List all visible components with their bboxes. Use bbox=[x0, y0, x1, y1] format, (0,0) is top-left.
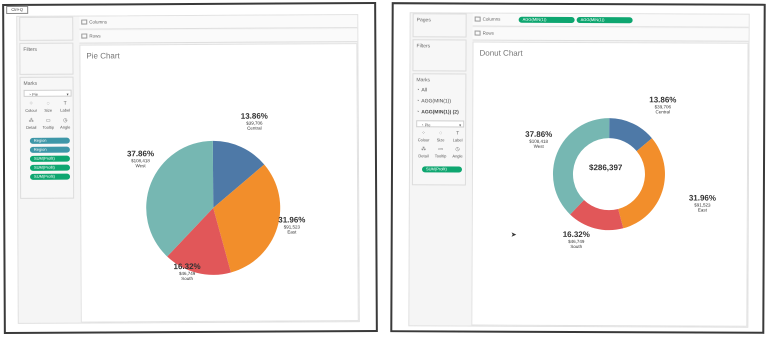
angle-button[interactable]: ◷ Angle bbox=[58, 118, 73, 132]
detail-button[interactable]: ⁂ Detail bbox=[416, 146, 431, 160]
pages-card[interactable]: Pages bbox=[412, 13, 467, 38]
chevron-down-icon: ▾ bbox=[459, 122, 462, 128]
colour-icon: ⁘ bbox=[421, 130, 426, 137]
sidebar: Pages Filters Marks ◔ All ◔ AGG(MIN(1)) ◔ A… bbox=[409, 13, 468, 325]
label-central: 13.86% $39,706 Central bbox=[240, 111, 268, 131]
columns-icon bbox=[474, 16, 481, 22]
pages-card bbox=[19, 16, 74, 41]
filters-card[interactable]: Filters bbox=[19, 42, 74, 75]
size-button[interactable]: ◌ Size bbox=[433, 130, 448, 144]
label-central: 13.86% $39,706 Central bbox=[649, 95, 677, 115]
label-button[interactable]: T Label bbox=[450, 130, 465, 144]
label-west: 37.86% $108,418 West bbox=[525, 129, 553, 149]
tableau-workspace: Pages Filters Marks ◔ All ◔ AGG(MIN(1)) ◔ A… bbox=[408, 12, 750, 328]
profit-angle-pill[interactable]: SUM(Profit) bbox=[29, 155, 70, 162]
pie-chart-screenshot: Ctrl+Q Filters Marks ◔ Pie ▾ ⁘ Colour ◌ Siz… bbox=[2, 2, 378, 334]
chevron-down-icon: ▾ bbox=[66, 91, 69, 97]
marks-agg-row[interactable]: ◔ AGG(MIN(1)) bbox=[416, 98, 451, 104]
slice-east[interactable] bbox=[618, 138, 665, 229]
tooltip-button[interactable]: ▭ Tooltip bbox=[41, 118, 56, 132]
tableau-workspace: Filters Marks ◔ Pie ▾ ⁘ Colour ◌ Size T Labe… bbox=[16, 14, 360, 324]
pages-title: Pages bbox=[416, 17, 431, 24]
marks-title: Marks bbox=[23, 80, 38, 87]
size-icon: ◌ bbox=[439, 130, 443, 137]
marks-title: Marks bbox=[416, 77, 431, 84]
label-east: 31.96% $91,523 East bbox=[278, 215, 306, 235]
region-detail-pill[interactable]: Region bbox=[29, 146, 70, 153]
marks-agg2-row[interactable]: ◔ AGG(MIN(1)) (2) bbox=[416, 109, 459, 115]
columns-shelf[interactable]: Columns bbox=[79, 15, 358, 30]
column-pill-2[interactable]: AGG(MIN(1)) bbox=[576, 16, 633, 24]
donut-chart-screenshot: Pages Filters Marks ◔ All ◔ AGG(MIN(1)) ◔ A… bbox=[390, 2, 766, 334]
marks-all-row[interactable]: ◔ All bbox=[416, 87, 427, 93]
label-icon: T bbox=[456, 130, 460, 137]
colour-button[interactable]: ⁘ Colour bbox=[416, 130, 431, 144]
columns-icon bbox=[81, 19, 88, 25]
filters-title: Filters bbox=[23, 46, 38, 53]
rows-shelf[interactable]: Rows bbox=[472, 27, 749, 42]
marks-card: Marks ◔ All ◔ AGG(MIN(1)) ◔ AGG(MIN(1)) (2)… bbox=[411, 73, 467, 186]
colour-button[interactable]: ⁘ Colour bbox=[24, 101, 39, 115]
sidebar: Filters Marks ◔ Pie ▾ ⁘ Colour ◌ Size T Labe… bbox=[17, 16, 77, 323]
region-colour-pill[interactable]: Region bbox=[29, 137, 70, 144]
tooltip-button[interactable]: ▭ Tooltip bbox=[433, 146, 448, 160]
filters-title: Filters bbox=[416, 43, 431, 50]
tooltip-icon: ▭ bbox=[45, 117, 51, 124]
label-west: 37.86% $108,418 West bbox=[126, 149, 155, 169]
profit-label-pill[interactable]: SUM(Profit) bbox=[29, 164, 71, 171]
donut-total-label: $286,397 bbox=[588, 163, 623, 173]
colour-icon: ⁘ bbox=[29, 100, 34, 107]
marks-card: Marks ◔ Pie ▾ ⁘ Colour ◌ Size T Label ⁂ Detai… bbox=[19, 76, 75, 199]
view-area: Donut Chart 13.86% $39,706 Central 31.96% $… bbox=[471, 41, 749, 327]
size-icon: ◌ bbox=[46, 100, 50, 107]
donut-chart bbox=[553, 118, 665, 231]
columns-shelf[interactable]: Columns AGG(MIN(1)) AGG(MIN(1)) bbox=[472, 13, 749, 28]
rows-shelf[interactable]: Rows bbox=[79, 29, 358, 44]
detail-icon: ⁂ bbox=[28, 117, 34, 124]
ctrl-badge: Ctrl+Q bbox=[6, 5, 29, 14]
label-button[interactable]: T Label bbox=[58, 101, 73, 115]
filters-card[interactable]: Filters bbox=[412, 39, 467, 72]
view-area: Pie Chart 13.86% $39,706 Central 31.96% $91… bbox=[79, 43, 359, 323]
detail-button[interactable]: ⁂ Detail bbox=[24, 118, 39, 132]
label-east: 31.96% $91,523 East bbox=[688, 193, 717, 213]
detail-icon: ⁂ bbox=[421, 146, 427, 153]
mark-type-select[interactable]: ◔ Pie ▾ bbox=[416, 120, 465, 128]
profit-tooltip-pill[interactable]: SUM(Profit) bbox=[30, 173, 71, 180]
angle-button[interactable]: ◷ Angle bbox=[450, 146, 465, 160]
mouse-cursor-icon: ➤ bbox=[510, 231, 517, 239]
label-south: 16.32% $46,749 South bbox=[173, 261, 201, 281]
size-button[interactable]: ◌ Size bbox=[41, 101, 56, 115]
rows-icon bbox=[474, 30, 481, 36]
angle-icon: ◷ bbox=[63, 117, 68, 124]
profit-label-pill[interactable]: SUM(Profit) bbox=[421, 166, 463, 173]
label-south: 16.32% $46,749 South bbox=[562, 229, 590, 249]
column-pill-1[interactable]: AGG(MIN(1)) bbox=[518, 16, 575, 23]
mark-type-select[interactable]: ◔ Pie ▾ bbox=[23, 89, 72, 97]
tooltip-icon: ▭ bbox=[438, 146, 443, 153]
label-icon: T bbox=[63, 100, 67, 107]
angle-icon: ◷ bbox=[455, 146, 460, 153]
rows-icon bbox=[81, 33, 88, 39]
